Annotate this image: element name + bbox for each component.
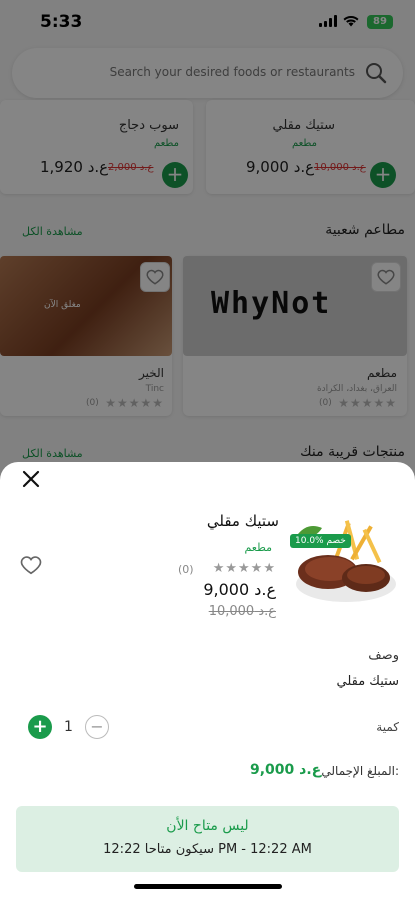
close-icon[interactable] [20, 468, 42, 490]
availability-hours: سيكون متاحا 12:22 PM - 12:22 AM [103, 842, 312, 857]
availability-notice: ليس متاح الأن سيكون متاحا 12:22 PM - 12:… [16, 806, 399, 872]
total-amount: ع.د 9,000 [250, 762, 322, 778]
product-name: ستيك مقلي [206, 512, 279, 530]
discount-badge: 10.0% خصم [290, 534, 351, 548]
rating-stars: ★★★★★ [212, 561, 276, 576]
quantity-label: كمية [376, 720, 399, 734]
rating-count: (0) [178, 563, 194, 576]
description-text: ستيك مقلي [336, 674, 399, 689]
heart-icon[interactable] [20, 554, 42, 576]
quantity-value: 1 [64, 719, 73, 735]
quantity-decrease-button[interactable]: − [85, 715, 109, 739]
home-indicator [134, 884, 282, 889]
description-label: وصف [368, 648, 399, 663]
product-old-price: ع.د 10,000 [208, 604, 276, 619]
steak-plate-illustration [296, 520, 396, 602]
availability-title: ليس متاح الأن [166, 818, 249, 834]
product-bottom-sheet: 10.0% خصم ستيك مقلي مطعم ★★★★★ (0) ع.د 9… [0, 462, 415, 900]
product-image: 10.0% خصم [288, 514, 398, 606]
quantity-increase-button[interactable]: + [28, 715, 52, 739]
product-price: ع.د 9,000 [203, 580, 276, 599]
total-label: المبلغ الإجمالي: [321, 764, 399, 778]
product-category: مطعم [244, 541, 272, 554]
